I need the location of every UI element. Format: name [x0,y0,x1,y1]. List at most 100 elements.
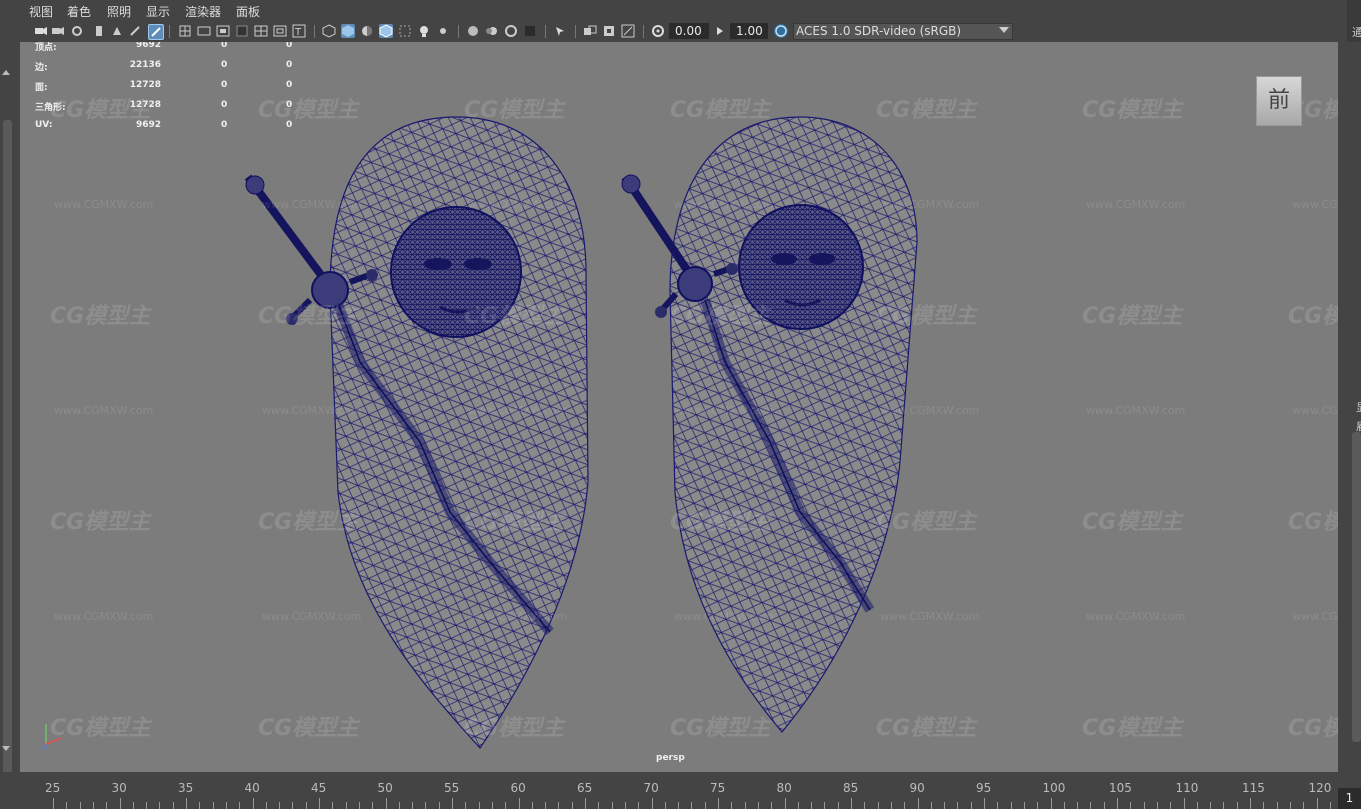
current-frame-field[interactable]: 1 [1338,788,1361,809]
time-tick [66,802,68,809]
time-tick [824,802,826,809]
wireframe-icon[interactable] [322,24,336,38]
time-tick [1156,802,1158,809]
watermark-url: www.CGMXW.com [1086,610,1186,623]
scroll-down-icon[interactable] [2,746,10,751]
hud-value: 0 [221,80,228,90]
gate-mask-icon[interactable] [235,24,249,38]
hud-label: UV: [35,120,53,130]
time-tick-label: 115 [1242,781,1265,795]
gamma-icon[interactable] [713,24,727,38]
time-tick [491,802,493,809]
scroll-up-icon[interactable] [2,70,10,75]
shield-mesh-left[interactable] [244,116,589,749]
watermark-url: www.CGMXW.com [880,404,980,417]
smooth-shade-icon[interactable] [341,24,355,38]
time-tick [731,802,733,809]
film-gate-icon[interactable] [197,24,211,38]
gamma-field[interactable]: 1.00 [730,23,768,39]
grease-pencil-active-icon[interactable] [148,24,164,40]
grease-pencil-icon[interactable] [128,24,142,38]
field-chart-icon[interactable] [254,24,268,38]
wireframe-on-shaded-icon[interactable] [379,24,393,38]
time-tick [678,802,680,809]
depth-of-field-icon[interactable] [523,24,537,38]
menu-view[interactable]: 视图 [29,3,53,20]
time-slider[interactable]: 25 30 35 40 45 50 55 60 65 70 75 80 85 90 95 100 105 110 1… [0,772,1361,809]
watermark-url: www.CGMXW.com [262,404,362,417]
isolate-select-icon[interactable] [553,24,567,38]
menu-renderer[interactable]: 渲染器 [185,3,221,20]
color-management-icon[interactable] [774,24,788,38]
use-all-lights-icon[interactable] [417,24,431,38]
view-transform-value: ACES 1.0 SDR-video (sRGB) [796,24,962,38]
time-tick [757,802,759,809]
safe-action-icon[interactable] [273,24,287,38]
time-tick-label: 25 [45,781,61,795]
time-tick [119,798,121,809]
right-scrollbar[interactable] [1352,432,1361,742]
hud-value: 0 [286,60,293,70]
watermark-logo: CG模型主 [258,716,359,741]
select-camera-icon[interactable] [34,24,48,38]
time-tick [1103,802,1105,809]
default-material-icon[interactable] [360,24,374,38]
time-tick [398,802,400,809]
left-strip [0,42,20,784]
resolution-gate-icon[interactable] [216,24,230,38]
xray-joints-icon[interactable] [583,24,597,38]
safe-title-icon[interactable]: T [292,24,306,38]
motion-blur-icon[interactable] [485,24,499,38]
menu-shading[interactable]: 着色 [67,3,91,20]
menu-show[interactable]: 显示 [146,3,170,20]
backface-culling-icon[interactable] [621,24,635,38]
2d-pan-zoom-icon[interactable] [110,24,124,38]
xray-active-components-icon[interactable] [602,24,616,38]
shadows-icon[interactable] [436,24,450,38]
watermark-url: www.CGMXW.com [1292,198,1338,211]
right-panel-tab[interactable]: 通 [1352,24,1361,40]
bookmarks-icon[interactable] [70,24,84,38]
time-tick [265,802,267,809]
time-tick [79,802,81,809]
multisample-aa-icon[interactable] [504,24,518,38]
time-tick [332,802,334,809]
vertical-scrollbar[interactable] [3,120,12,784]
3d-viewport[interactable]: CG模型主 www.CGMXW.com CG模型主 www.CGMXW.com CG模型… [20,42,1338,772]
image-plane-icon[interactable] [92,24,106,38]
view-transform-dropdown[interactable]: ACES 1.0 SDR-video (sRGB) [793,23,1013,40]
menu-panels[interactable]: 面板 [236,3,260,20]
time-tick [1050,798,1052,809]
view-cube[interactable]: 前 [1256,76,1302,126]
watermark-url: www.CGMXW.com [1292,610,1338,623]
time-tick [851,798,852,809]
time-tick [186,798,187,809]
hud-value: 0 [221,60,228,70]
grid-icon[interactable] [178,24,192,38]
time-tick-label: 90 [909,781,925,795]
xray-icon[interactable] [398,24,412,38]
watermark-logo: CG模型主 [876,98,977,123]
screen-space-ao-icon[interactable] [466,24,480,38]
camera-attributes-icon[interactable] [51,24,65,38]
time-tick [744,802,746,809]
watermark-logo: CG模型主 [670,304,771,329]
watermark-logo: CG模型主 [1288,716,1338,741]
time-tick [1329,802,1331,809]
time-tick [1037,802,1039,809]
hud-label: 面: [35,83,48,93]
watermark-logo: CG模型主 [258,304,359,329]
watermark-logo: CG模型主 [464,98,565,123]
exposure-icon[interactable] [651,24,665,38]
time-tick [837,802,839,809]
time-tick [425,802,427,809]
exposure-field[interactable]: 0.00 [669,23,709,39]
time-tick [1263,802,1265,809]
time-tick-label: 80 [776,781,792,795]
time-tick [1236,802,1238,809]
menu-lighting[interactable]: 照明 [107,3,131,20]
time-tick [438,802,440,809]
watermark-url: www.CGMXW.com [880,198,980,211]
watermark-url: www.CGMXW.com [1086,404,1186,417]
time-tick [917,798,919,809]
